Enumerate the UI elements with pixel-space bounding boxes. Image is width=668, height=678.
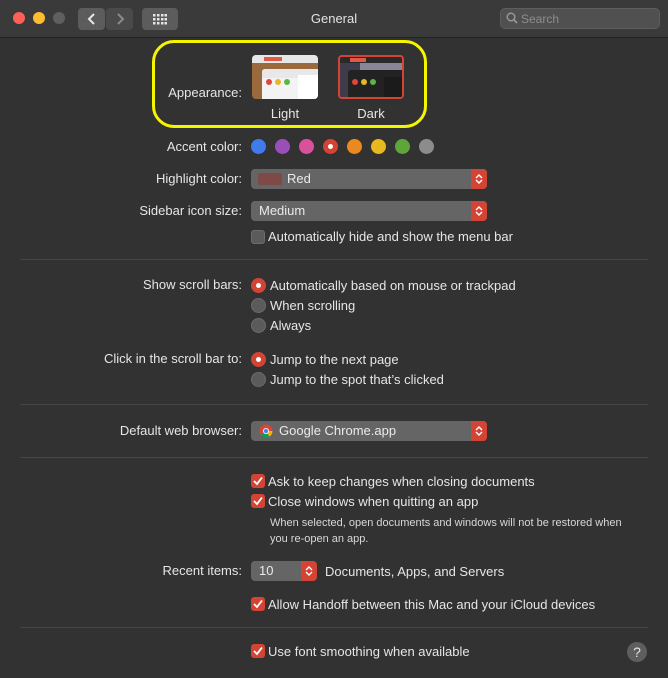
scroll-bars-label: Show scroll bars:: [143, 277, 242, 292]
ask-keep-changes-checkbox[interactable]: [251, 474, 265, 488]
search-input[interactable]: [521, 10, 653, 27]
appearance-label: Appearance:: [168, 85, 242, 100]
accent-swatch-blue[interactable]: [251, 139, 266, 154]
handoff-label[interactable]: Allow Handoff between this Mac and your …: [268, 597, 595, 612]
selected-dot-icon: [328, 144, 333, 149]
appearance-light-label[interactable]: Light: [252, 106, 318, 121]
recent-items-suffix: Documents, Apps, and Servers: [325, 564, 505, 579]
scroll-click-next-page-radio[interactable]: [251, 352, 266, 367]
checkmark-icon: [253, 646, 263, 656]
sidebar-icon-size-label: Sidebar icon size:: [139, 203, 242, 218]
scroll-bars-always-radio[interactable]: [251, 318, 266, 333]
scroll-click-next-page-label[interactable]: Jump to the next page: [270, 352, 399, 367]
title-bar: General: [0, 0, 668, 38]
close-windows-label[interactable]: Close windows when quitting an app: [268, 494, 478, 509]
checkmark-icon: [253, 496, 263, 506]
scroll-bars-when-scrolling-radio[interactable]: [251, 298, 266, 313]
popup-arrows-icon: [471, 169, 487, 189]
divider: [20, 457, 648, 458]
appearance-light-thumbnail[interactable]: [252, 55, 318, 99]
sidebar-icon-size-popup[interactable]: Medium: [251, 201, 487, 221]
scroll-click-spot-label[interactable]: Jump to the spot that’s clicked: [270, 372, 444, 387]
menu-bar-checkbox[interactable]: [251, 230, 265, 244]
scroll-bars-auto-radio[interactable]: [251, 278, 266, 293]
search-icon: [506, 12, 518, 24]
help-button[interactable]: ?: [627, 642, 647, 662]
chrome-icon: [259, 424, 273, 438]
default-browser-popup[interactable]: Google Chrome.app: [251, 421, 487, 441]
scroll-bars-when-scrolling-label[interactable]: When scrolling: [270, 298, 355, 313]
scroll-bars-always-label[interactable]: Always: [270, 318, 311, 333]
scroll-bars-auto-label[interactable]: Automatically based on mouse or trackpad: [270, 278, 516, 293]
font-smoothing-checkbox[interactable]: [251, 644, 265, 658]
handoff-checkbox[interactable]: [251, 597, 265, 611]
menu-bar-label[interactable]: Automatically hide and show the menu bar: [268, 229, 513, 244]
accent-swatch-graphite[interactable]: [419, 139, 434, 154]
highlight-color-label: Highlight color:: [156, 171, 242, 186]
highlight-color-swatch: [258, 173, 282, 185]
accent-swatch-yellow[interactable]: [371, 139, 386, 154]
ask-keep-changes-label[interactable]: Ask to keep changes when closing documen…: [268, 474, 535, 489]
accent-swatch-orange[interactable]: [347, 139, 362, 154]
appearance-dark-thumbnail[interactable]: [338, 55, 404, 99]
recent-items-value: 10: [259, 563, 274, 578]
checkmark-icon: [253, 599, 263, 609]
highlight-color-popup[interactable]: Red: [251, 169, 487, 189]
scroll-click-spot-radio[interactable]: [251, 372, 266, 387]
appearance-dark-label[interactable]: Dark: [338, 106, 404, 121]
recent-items-stepper[interactable]: 10: [251, 561, 317, 581]
divider: [20, 259, 648, 260]
accent-swatch-green[interactable]: [395, 139, 410, 154]
font-smoothing-label[interactable]: Use font smoothing when available: [268, 644, 470, 659]
stepper-arrows-icon[interactable]: [301, 561, 317, 581]
close-windows-checkbox[interactable]: [251, 494, 265, 508]
recent-items-label: Recent items:: [162, 563, 242, 578]
divider: [20, 627, 648, 628]
divider: [20, 404, 648, 405]
popup-arrows-icon: [471, 421, 487, 441]
accent-swatch-red[interactable]: [323, 139, 338, 154]
search-field[interactable]: [500, 8, 660, 29]
accent-swatch-purple[interactable]: [275, 139, 290, 154]
accent-color-label: Accent color:: [166, 139, 242, 154]
highlight-color-value: Red: [287, 171, 311, 186]
default-browser-label: Default web browser:: [119, 423, 242, 438]
sidebar-icon-size-value: Medium: [259, 203, 306, 218]
close-windows-note: When selected, open documents and window…: [270, 517, 622, 545]
default-browser-value: Google Chrome.app: [279, 423, 397, 438]
popup-arrows-icon: [471, 201, 487, 221]
accent-swatch-pink[interactable]: [299, 139, 314, 154]
scroll-click-label: Click in the scroll bar to:: [104, 351, 242, 366]
checkmark-icon: [253, 476, 263, 486]
